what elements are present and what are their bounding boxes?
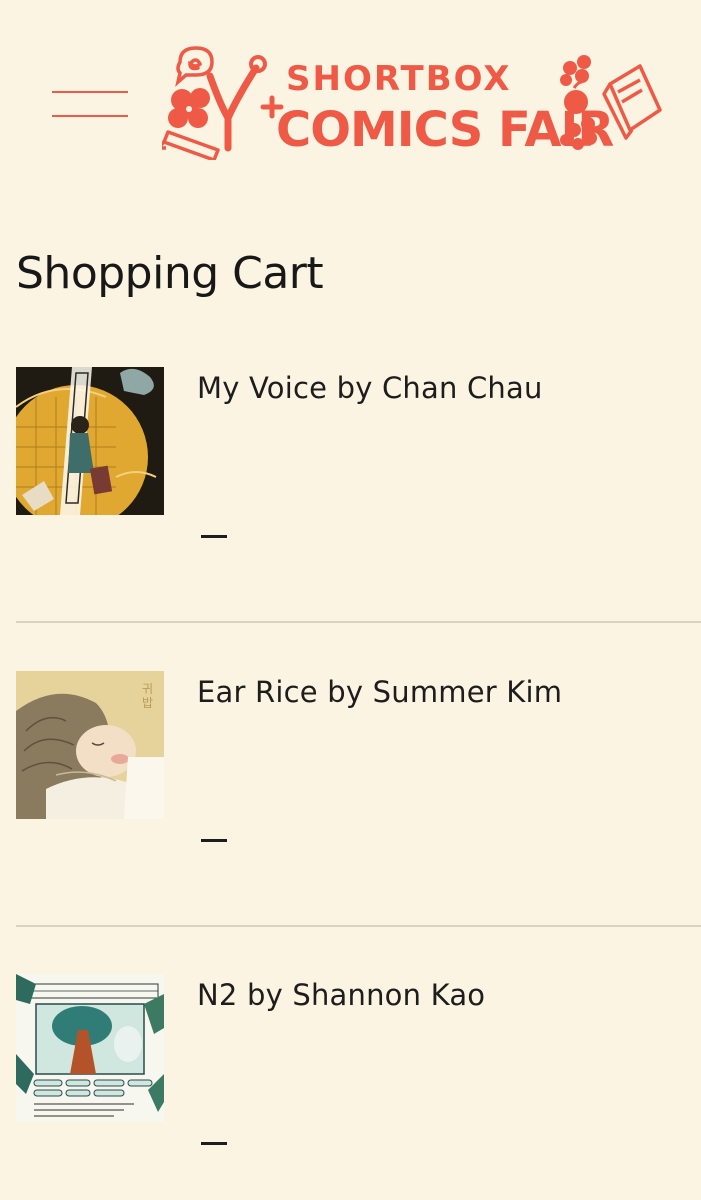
page-title: Shopping Cart bbox=[16, 248, 324, 299]
cover-ear-rice[interactable]: 귀 밥 bbox=[16, 671, 164, 819]
cart-item: N2 by Shannon Kao bbox=[0, 974, 701, 1200]
cart-item: 귀 밥 Ear Rice by Summer Kim bbox=[0, 671, 701, 931]
cover-n2[interactable] bbox=[16, 974, 164, 1122]
menu-bar-top bbox=[52, 91, 128, 93]
remove-item-button[interactable] bbox=[192, 517, 236, 557]
item-title[interactable]: N2 by Shannon Kao bbox=[197, 978, 485, 1012]
divider bbox=[16, 925, 701, 927]
page: SHORTBOX COMICS FAIR Shopping Cart My Vo… bbox=[0, 0, 701, 1200]
remove-item-button[interactable] bbox=[192, 821, 236, 861]
logo-line2: COMICS FAIR bbox=[276, 102, 613, 158]
remove-item-button[interactable] bbox=[192, 1124, 236, 1164]
cart-item: My Voice by Chan Chau bbox=[0, 367, 701, 627]
logo-line1: SHORTBOX bbox=[286, 59, 512, 99]
minus-icon bbox=[201, 839, 227, 842]
cover-my-voice[interactable] bbox=[16, 367, 164, 515]
svg-text:밥: 밥 bbox=[142, 696, 153, 710]
minus-icon bbox=[201, 1142, 227, 1145]
cover-art-my-voice bbox=[16, 367, 164, 515]
cover-art-ear-rice: 귀 밥 bbox=[16, 671, 164, 819]
shortbox-comics-fair-logo[interactable]: SHORTBOX COMICS FAIR bbox=[162, 42, 662, 160]
item-title[interactable]: Ear Rice by Summer Kim bbox=[197, 675, 562, 709]
hamburger-menu-icon[interactable] bbox=[52, 88, 128, 120]
svg-text:귀: 귀 bbox=[142, 682, 153, 696]
logo-artwork: SHORTBOX COMICS FAIR bbox=[162, 46, 662, 160]
item-title[interactable]: My Voice by Chan Chau bbox=[197, 371, 543, 405]
cover-art-n2 bbox=[16, 974, 164, 1122]
minus-icon bbox=[201, 535, 227, 538]
menu-bar-bottom bbox=[52, 115, 128, 117]
divider bbox=[16, 621, 701, 623]
